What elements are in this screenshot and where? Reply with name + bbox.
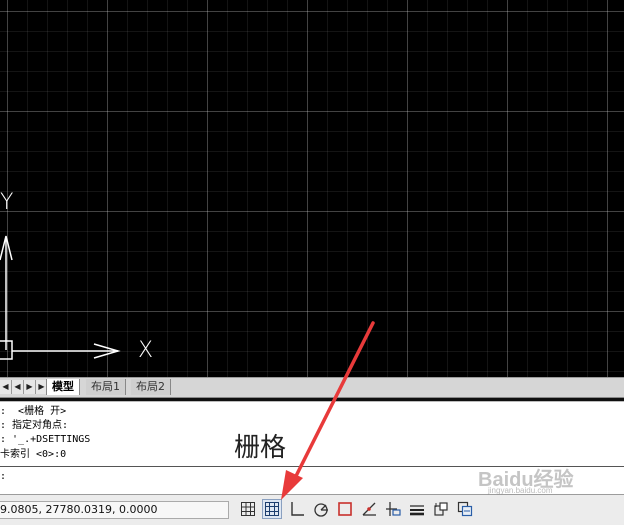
annotation-caption: 栅格 [234, 433, 287, 463]
command-history-line: 卡索引 <0>:0 [0, 449, 67, 460]
first-tab-button[interactable]: ◀ [0, 380, 12, 394]
baidu-watermark-url: jingyan.baidu.com [488, 486, 553, 495]
dynamic-input-button[interactable] [407, 499, 427, 519]
polar-tracking-button[interactable] [311, 499, 331, 519]
next-tab-button[interactable]: ▶ [24, 380, 36, 394]
tab-model[interactable]: 模型 [46, 379, 80, 395]
status-bar: 9.0805, 27780.0319, 0.0000 [0, 494, 624, 525]
object-snap-tracking-button[interactable] [359, 499, 379, 519]
grid-icon [265, 502, 279, 516]
prev-tab-button[interactable]: ◀ [12, 380, 24, 394]
tab-layout2[interactable]: 布局2 [131, 379, 171, 395]
snap-mode-button[interactable] [238, 499, 258, 519]
y-axis-label: Y [0, 190, 14, 215]
grid-display-button[interactable] [262, 499, 282, 519]
command-history: : <栅格 开> : 指定对角点: : '_.+DSETTINGS 卡索引 <0… [0, 401, 624, 466]
qp-icon [434, 502, 448, 516]
otrack-icon [362, 502, 376, 516]
polar-icon [314, 503, 328, 517]
command-prompt: : [0, 471, 7, 482]
object-snap-button[interactable] [335, 499, 355, 519]
command-history-line: : <栅格 开> [0, 406, 67, 417]
ortho-icon [291, 502, 304, 516]
layout-tabs-bar: ◀ ◀ ▶ ▶ 模型 布局1 布局2 [0, 377, 624, 398]
osnap-icon [338, 502, 352, 516]
selection-cycling-button[interactable] [455, 499, 475, 519]
drawing-canvas[interactable]: Y X [0, 0, 624, 377]
command-history-line: : '_.+DSETTINGS [0, 434, 91, 445]
command-history-line: : 指定对角点: [0, 420, 69, 431]
ducs-icon [386, 502, 401, 516]
lineweight-icon [410, 505, 424, 516]
selection-cycling-icon [457, 501, 473, 517]
quick-properties-button[interactable] [431, 499, 451, 519]
dynamic-ucs-button[interactable] [383, 499, 403, 519]
tab-layout1[interactable]: 布局1 [86, 379, 126, 395]
ortho-mode-button[interactable] [287, 499, 307, 519]
snap-grid-icon [241, 502, 255, 516]
coordinate-readout[interactable]: 9.0805, 27780.0319, 0.0000 [0, 501, 229, 519]
x-axis-label: X [138, 338, 154, 363]
